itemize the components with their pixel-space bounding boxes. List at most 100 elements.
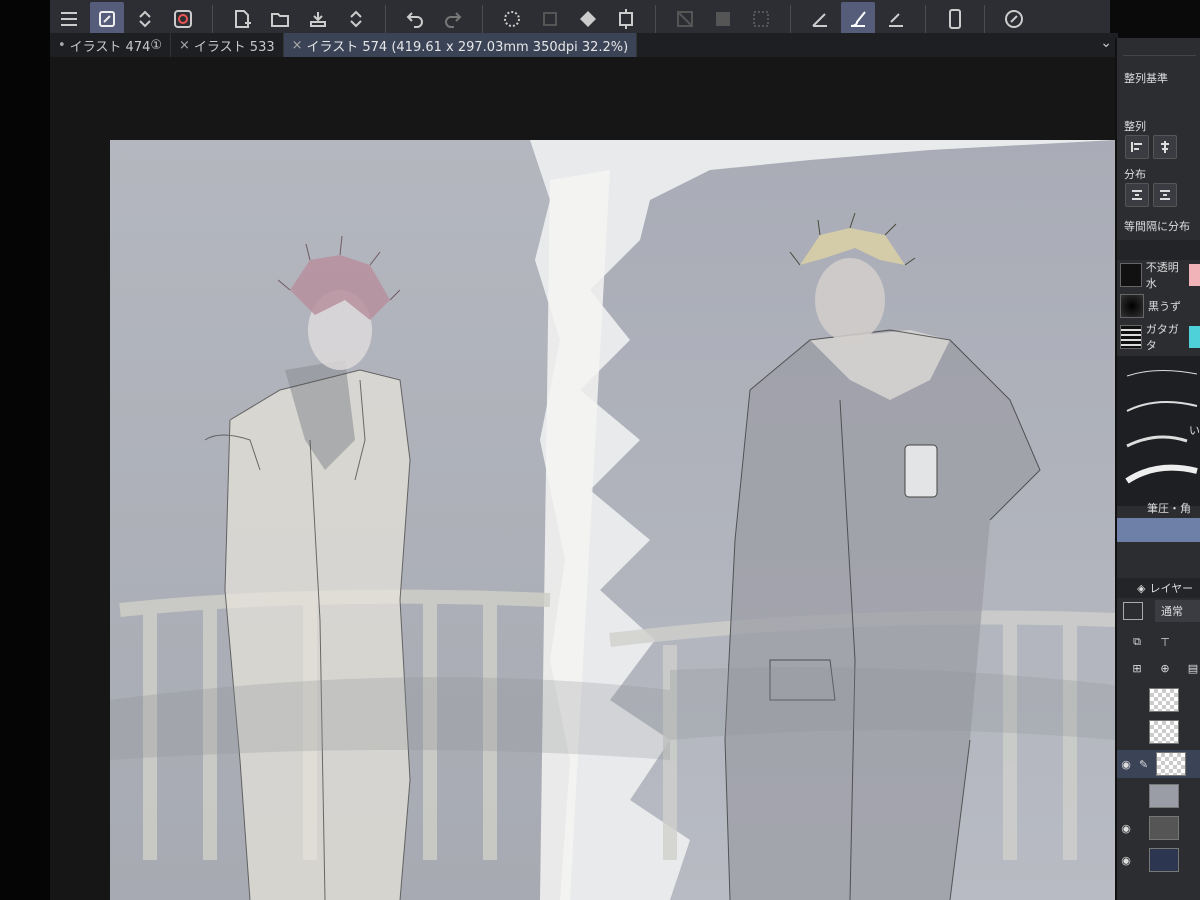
toolbar-divider — [655, 5, 656, 33]
toolbar-divider — [790, 5, 791, 33]
brush-size-label: い — [1189, 424, 1200, 437]
pen-nib-icon — [1120, 263, 1142, 287]
align-center-icon[interactable] — [1153, 135, 1177, 159]
tab-status-dot: • — [58, 37, 66, 53]
stepper-icon[interactable] — [339, 2, 373, 36]
brush-size-list: い — [1117, 356, 1200, 506]
align-base-label: 整列基準 — [1124, 72, 1168, 85]
eye-icon[interactable]: ◉ — [1119, 854, 1133, 867]
brush-tool-icon[interactable] — [841, 2, 875, 36]
layers-icon: ◈ — [1137, 581, 1146, 595]
new-vector-layer-icon[interactable]: ⊕ — [1153, 656, 1177, 680]
brush-label: 不透明水 — [1145, 261, 1179, 290]
tab-illust-533[interactable]: × イラスト 533 — [171, 33, 284, 57]
close-icon[interactable]: × — [179, 38, 190, 53]
layer-panel-header: ◈ レイヤー — [1117, 578, 1200, 598]
align-label: 整列 — [1124, 120, 1146, 133]
close-icon[interactable]: × — [292, 38, 303, 53]
brush-stroke-previews — [1125, 369, 1198, 484]
toolbar-divider — [925, 5, 926, 33]
layer-row[interactable]: ◉ — [1117, 814, 1200, 842]
layer-thumbnail — [1149, 688, 1179, 712]
tab-label: イラスト 533 — [193, 39, 275, 55]
layer-row[interactable] — [1117, 686, 1200, 714]
distribute-vertical-icon[interactable] — [1125, 183, 1149, 207]
distribute-horizontal-icon[interactable] — [1153, 183, 1177, 207]
brush-settings-icon[interactable] — [90, 2, 124, 36]
new-folder-icon[interactable]: ▤ — [1181, 656, 1200, 680]
layer-tab-label[interactable]: レイヤー — [1149, 580, 1193, 596]
undo-icon[interactable] — [398, 2, 432, 36]
pen-tool-icon[interactable] — [803, 2, 837, 36]
pen-edit-icon: ✎ — [1139, 757, 1149, 771]
brush-label: 黒うず — [1148, 300, 1181, 313]
align-left-icon[interactable] — [1125, 135, 1149, 159]
tab-illust-474[interactable]: • イラスト 474 ① — [50, 33, 172, 57]
pressure-slider[interactable] — [1117, 518, 1200, 542]
menu-icon[interactable] — [52, 2, 86, 36]
blend-mode-select[interactable]: 通常 — [1155, 600, 1200, 622]
align-buttons — [1125, 135, 1177, 159]
new-layer-icon[interactable]: ⊞ — [1125, 656, 1149, 680]
right-side-panel: 整列基準 整列 分布 等間隔に分布 不透明水 黒うず ガタガタ い 筆圧・角度 … — [1115, 38, 1200, 900]
clip-studio-logo-icon[interactable] — [166, 2, 200, 36]
layer-thumbnail — [1149, 848, 1179, 872]
artwork-image — [110, 140, 1115, 900]
smartphone-icon[interactable] — [938, 2, 972, 36]
redo-icon[interactable] — [436, 2, 470, 36]
brush-item[interactable]: 不透明水 — [1117, 260, 1200, 290]
companion-icon[interactable] — [997, 2, 1031, 36]
chevron-down-icon[interactable]: ⌄ — [1100, 35, 1112, 51]
toolbar-divider — [984, 5, 985, 33]
eye-icon[interactable]: ◉ — [1119, 758, 1133, 771]
clear-icon[interactable] — [668, 2, 702, 36]
ref-layer-icon[interactable]: ⊤ — [1153, 630, 1177, 654]
toolbar-divider — [482, 5, 483, 33]
layer-add-row: ⊞ ⊕ ▤ — [1125, 656, 1200, 680]
canvas-workspace — [50, 57, 1115, 900]
save-icon[interactable] — [301, 2, 335, 36]
loading-icon[interactable] — [495, 2, 529, 36]
layer-thumbnail — [1149, 784, 1179, 808]
new-file-icon[interactable] — [225, 2, 259, 36]
selection-icon[interactable] — [533, 2, 567, 36]
layer-thumbnail — [1149, 816, 1179, 840]
toolbar-divider — [212, 5, 213, 33]
tab-illust-574[interactable]: × イラスト 574 (419.61 x 297.03mm 350dpi 32.… — [283, 33, 638, 57]
layer-row[interactable] — [1117, 718, 1200, 746]
blend-mode-swatch[interactable] — [1123, 602, 1143, 620]
layer-action-row: ⧉ ⊤ — [1125, 630, 1177, 654]
artwork-canvas[interactable] — [110, 140, 1115, 900]
distribute-label: 分布 — [1124, 168, 1146, 181]
layer-thumbnail — [1156, 752, 1187, 776]
tab-badge: ① — [150, 37, 163, 53]
brush-panel-header — [1117, 240, 1200, 260]
tab-label: イラスト 574 (419.61 x 297.03mm 350dpi 32.2%… — [306, 39, 629, 55]
screen-bezel — [0, 0, 50, 900]
gradient-icon[interactable] — [706, 2, 740, 36]
brush-label: ガタガタ — [1145, 323, 1179, 352]
swirl-brush-icon — [1120, 294, 1144, 318]
clip-layer-icon[interactable]: ⧉ — [1125, 630, 1149, 654]
fill-icon[interactable] — [571, 2, 605, 36]
tab-label: イラスト 474 — [69, 39, 151, 55]
document-tab-bar: • イラスト 474 ① × イラスト 533 × イラスト 574 (419.… — [50, 33, 1118, 57]
eye-icon[interactable]: ◉ — [1119, 822, 1133, 835]
layer-row[interactable] — [1117, 782, 1200, 810]
swap-icon[interactable] — [128, 2, 162, 36]
toolbar-divider — [385, 5, 386, 33]
layer-row[interactable]: ◉ — [1117, 846, 1200, 874]
clipping-icon[interactable] — [744, 2, 778, 36]
panel-header — [1123, 42, 1196, 56]
layer-thumbnail — [1149, 720, 1179, 744]
color-swatch[interactable] — [1189, 326, 1200, 348]
rough-brush-icon — [1120, 325, 1142, 349]
color-swatch[interactable] — [1189, 264, 1200, 286]
layer-row-selected[interactable]: ◉ ✎ — [1117, 750, 1200, 778]
distribute-buttons — [1125, 183, 1177, 207]
open-folder-icon[interactable] — [263, 2, 297, 36]
brush-item[interactable]: ガタガタ — [1117, 322, 1200, 352]
brush-item[interactable]: 黒うず — [1117, 291, 1200, 321]
eraser-tool-icon[interactable] — [879, 2, 913, 36]
transform-icon[interactable] — [609, 2, 643, 36]
